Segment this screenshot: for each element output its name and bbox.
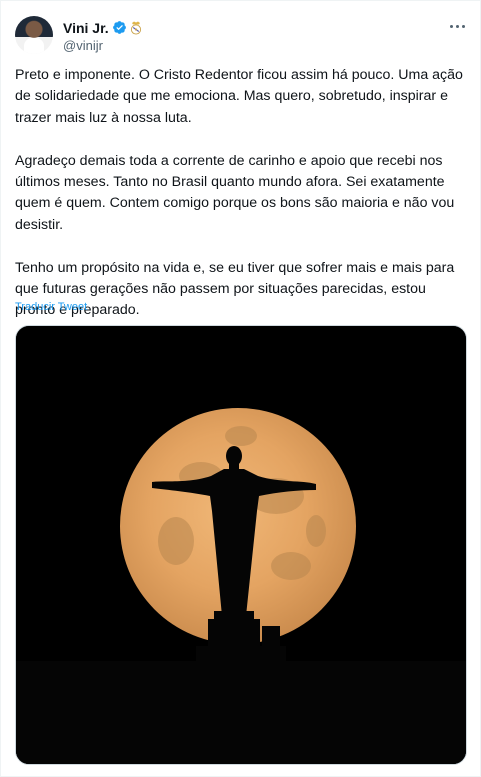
club-crest-icon[interactable]: [130, 21, 142, 35]
translate-tweet-link[interactable]: Traducir Tweet: [15, 301, 87, 313]
more-options-icon[interactable]: [448, 19, 466, 33]
christ-redeemer-moon-photo: [16, 326, 466, 764]
tweet-media-photo[interactable]: [15, 325, 467, 765]
dot: [461, 24, 465, 28]
display-name[interactable]: Vini Jr.: [63, 20, 109, 36]
name-row: Vini Jr.: [63, 19, 142, 36]
tweet-paragraph: Agradeço demais toda a corrente de carin…: [15, 152, 455, 233]
tweet-header: Vini Jr. @vinijr: [15, 16, 142, 54]
tweet-paragraph: Preto e imponente. O Cristo Redentor fic…: [15, 67, 463, 126]
author-names: Vini Jr. @vinijr: [63, 19, 142, 53]
author-handle[interactable]: @vinijr: [63, 38, 142, 53]
verified-badge-icon[interactable]: [112, 20, 127, 35]
tweet-card[interactable]: Vini Jr. @vinijr Preto e imponente. O Cr…: [0, 0, 481, 777]
dot: [449, 24, 453, 28]
tweet-text: Preto e imponente. O Cristo Redentor fic…: [15, 65, 467, 322]
dot: [455, 24, 459, 28]
avatar[interactable]: [15, 16, 53, 54]
